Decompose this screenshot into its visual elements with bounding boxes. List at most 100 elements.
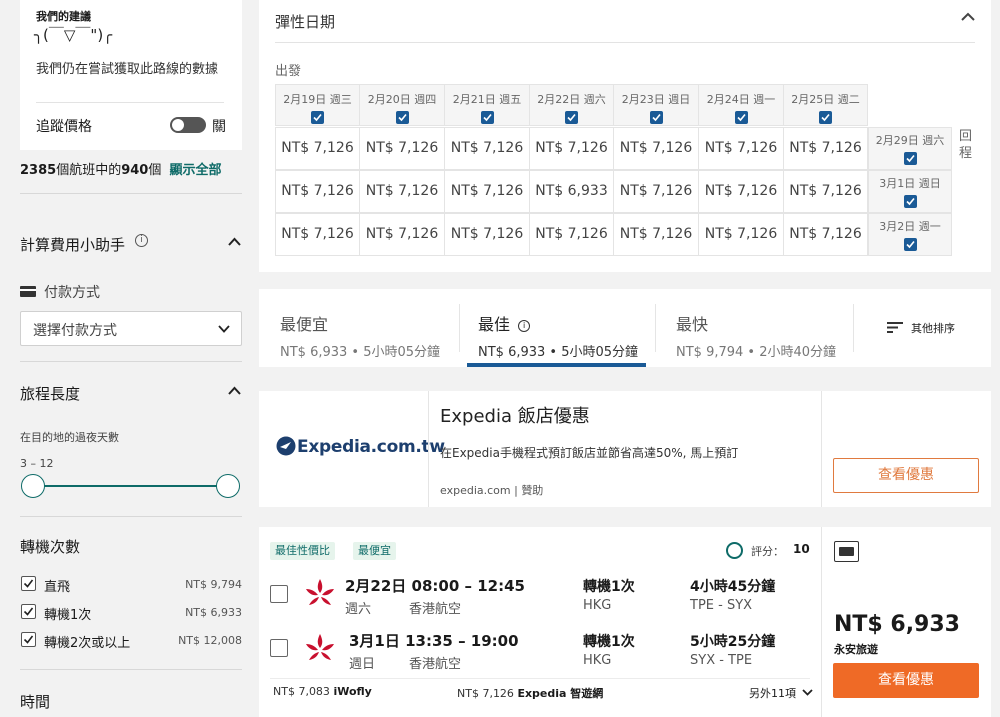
checkbox-icon[interactable] <box>480 111 494 124</box>
chevron-up-icon[interactable] <box>961 12 975 21</box>
flex-price-cell[interactable]: NT$ 7,126 <box>613 213 699 256</box>
checkbox-icon[interactable] <box>311 111 324 124</box>
flex-price-cell[interactable]: NT$ 7,126 <box>613 127 699 170</box>
sort-best-tab[interactable]: 最佳 i NT$ 6,933 • 5小時05分鐘 <box>478 311 638 360</box>
trip-length-title[interactable]: 旅程長度 <box>20 383 80 404</box>
depart-date-header[interactable]: 2月25日 週二 <box>783 84 868 126</box>
sort-tab-sub: NT$ 9,794 • 2小時40分鐘 <box>676 345 837 360</box>
depart-date-label: 2月20日 週四 <box>367 93 437 106</box>
return-date-label: 2月29日 週六 <box>875 134 945 147</box>
flex-price-cell[interactable]: NT$ 7,126 <box>529 213 614 256</box>
flex-price-cell[interactable]: NT$ 7,126 <box>275 213 360 256</box>
flex-price-cell[interactable]: NT$ 7,126 <box>359 213 445 256</box>
leg-stops: 轉機1次 <box>583 634 635 650</box>
flex-price-cell[interactable]: NT$ 7,126 <box>783 170 868 213</box>
stops-price: NT$ 6,933 <box>185 606 242 619</box>
checkbox-icon[interactable] <box>819 111 832 124</box>
chevron-down-icon <box>801 689 813 696</box>
leg-checkbox[interactable] <box>270 585 288 603</box>
depart-date-header[interactable]: 2月24日 週一 <box>698 84 784 126</box>
alt-provider-2[interactable]: NT$ 7,126 Expedia 智遊網 <box>457 685 603 701</box>
checkbox-icon[interactable] <box>565 111 578 124</box>
leg-stops: 轉機1次 <box>583 579 635 595</box>
depart-date-header[interactable]: 2月19日 週三 <box>275 84 360 126</box>
toggle-knob <box>172 119 184 131</box>
stops-checkbox-one[interactable] <box>21 604 36 619</box>
flex-price-cell-cheapest[interactable]: NT$ 6,933 <box>529 170 614 213</box>
ad-title[interactable]: Expedia 飯店優惠 <box>440 402 590 428</box>
globe-plane-icon <box>276 436 296 456</box>
track-price-toggle[interactable] <box>170 117 206 133</box>
other-sort-label: 其他排序 <box>911 322 955 335</box>
sort-fastest-tab[interactable]: 最快 NT$ 9,794 • 2小時40分鐘 <box>676 311 836 360</box>
info-icon[interactable]: i <box>135 234 148 247</box>
chevron-up-icon[interactable] <box>228 386 241 395</box>
depart-date-label: 2月21日 週五 <box>452 93 522 106</box>
return-date-header[interactable]: 2月29日 週六 <box>868 127 952 170</box>
flex-price-cell[interactable]: NT$ 7,126 <box>698 127 784 170</box>
stops-title[interactable]: 轉機次數 <box>20 536 80 557</box>
alt-provider-1[interactable]: NT$ 7,083 iWofly <box>273 685 372 698</box>
alt-site: iWofly <box>333 685 372 698</box>
flex-price-cell[interactable]: NT$ 7,126 <box>275 170 360 213</box>
depart-date-label: 2月23日 週日 <box>621 93 691 106</box>
flex-price-cell[interactable]: NT$ 7,126 <box>698 213 784 256</box>
checkbox-icon[interactable] <box>649 111 663 124</box>
depart-date-header[interactable]: 2月22日 週六 <box>529 84 614 126</box>
flex-price-cell[interactable]: NT$ 7,126 <box>613 170 699 213</box>
checkbox-icon[interactable] <box>734 111 748 124</box>
depart-date-header[interactable]: 2月21日 週五 <box>444 84 530 126</box>
ad-view-deal-button[interactable]: 查看優惠 <box>833 458 979 493</box>
flex-price-cell[interactable]: NT$ 7,126 <box>783 213 868 256</box>
depart-date-header[interactable]: 2月20日 週四 <box>359 84 445 126</box>
sort-lines-icon <box>887 322 903 333</box>
payment-select[interactable]: 選擇付款方式 <box>20 311 242 346</box>
sort-cheapest-tab[interactable]: 最便宜 NT$ 6,933 • 5小時05分鐘 <box>280 311 440 360</box>
leg-route: TPE - SYX <box>690 598 753 613</box>
more-providers-link[interactable]: 另外11項 <box>749 685 813 701</box>
leg-time: 3月1日 13:35 – 19:00 <box>349 632 519 650</box>
expedia-logo-text: Expedia.com.tw <box>297 437 445 457</box>
depart-date-header[interactable]: 2月23日 週日 <box>613 84 699 126</box>
fee-helper-title[interactable]: 計算費用小助手 <box>20 234 125 255</box>
checkbox-icon[interactable] <box>903 152 917 165</box>
alt-price: NT$ 7,126 <box>457 687 514 700</box>
stops-price: NT$ 9,794 <box>185 578 242 591</box>
nights-slider-min-handle[interactable] <box>21 474 45 498</box>
return-date-header[interactable]: 3月2日 週一 <box>868 213 952 256</box>
stops-checkbox-two-plus[interactable] <box>21 632 36 647</box>
result-provider: 永安旅遊 <box>834 643 878 656</box>
show-all-link[interactable]: 顯示全部 <box>170 163 222 178</box>
flex-price-cell[interactable]: NT$ 7,126 <box>444 213 530 256</box>
leg-airline: 香港航空 <box>409 602 462 617</box>
credit-card-icon[interactable] <box>834 541 859 562</box>
leg-checkbox[interactable] <box>270 639 288 657</box>
checkbox-icon[interactable] <box>903 195 917 208</box>
flex-price-cell[interactable]: NT$ 7,126 <box>275 127 360 170</box>
nights-slider-max-handle[interactable] <box>216 474 240 498</box>
checkbox-icon[interactable] <box>395 111 409 124</box>
track-toggle-state: 關 <box>212 119 226 135</box>
flex-price-cell[interactable]: NT$ 7,126 <box>359 170 445 213</box>
stops-label: 轉機1次 <box>44 608 92 623</box>
flex-price-cell[interactable]: NT$ 7,126 <box>529 127 614 170</box>
flex-price-cell[interactable]: NT$ 7,126 <box>444 127 530 170</box>
sort-tab-title: 最便宜 <box>280 315 329 334</box>
flex-price-cell[interactable]: NT$ 7,126 <box>698 170 784 213</box>
flex-price-cell[interactable]: NT$ 7,126 <box>359 127 445 170</box>
checkbox-icon[interactable] <box>903 238 917 251</box>
view-deal-button[interactable]: 查看優惠 <box>833 663 979 698</box>
depart-date-label: 2月25日 週二 <box>791 93 860 106</box>
nights-range: 3 – 12 <box>20 457 54 470</box>
expedia-logo <box>276 436 296 456</box>
flex-price-cell[interactable]: NT$ 7,126 <box>444 170 530 213</box>
time-title[interactable]: 時間 <box>20 691 50 712</box>
flex-price-cell[interactable]: NT$ 7,126 <box>783 127 868 170</box>
flight-count: 2385個航班中的940個 顯示全部 <box>20 159 222 178</box>
info-icon[interactable]: i <box>518 320 531 332</box>
return-date-header[interactable]: 3月1日 週日 <box>868 170 952 213</box>
return-date-label: 3月1日 週日 <box>879 177 941 190</box>
stops-checkbox-direct[interactable] <box>21 576 36 591</box>
chevron-up-icon[interactable] <box>228 237 241 246</box>
nights-slider-track[interactable] <box>33 485 228 487</box>
